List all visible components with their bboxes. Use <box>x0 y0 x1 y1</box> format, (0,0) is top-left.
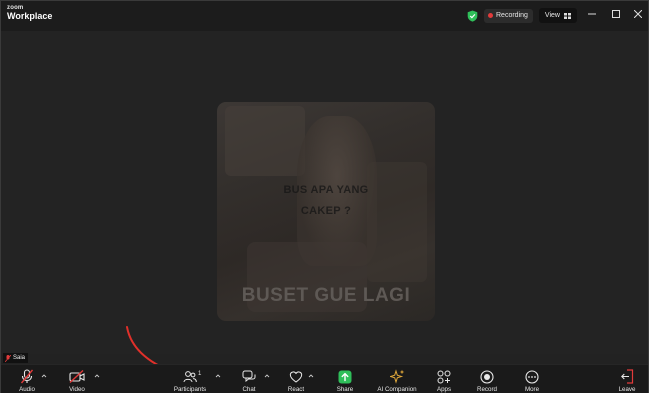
leave-door-icon <box>621 369 634 384</box>
audio-label: Audio <box>19 386 35 393</box>
video-caption-top: BUS APA YANG CAKEP ? <box>217 180 435 222</box>
leave-label: Leave <box>618 386 636 393</box>
app-logo: zoom Workplace <box>7 5 52 21</box>
shield-icon[interactable] <box>467 10 478 22</box>
react-label: React <box>287 386 305 393</box>
record-label: Record <box>477 386 497 393</box>
participants-count: 1 <box>198 371 202 377</box>
sparkle-icon <box>389 369 404 384</box>
meeting-stage: BUS APA YANG CAKEP ? BUSET GUE LAGI Saia <box>1 31 648 363</box>
chat-icon <box>242 370 256 383</box>
minimize-icon <box>588 13 596 15</box>
recording-label: Recording <box>496 12 528 19</box>
video-caption-line2: CAKEP ? <box>300 204 352 217</box>
video-options-caret-icon[interactable] <box>94 373 100 379</box>
video-label: Video <box>69 386 85 393</box>
grid-view-icon <box>563 12 571 19</box>
share-label: Share <box>336 386 354 393</box>
apps-label: Apps <box>436 386 452 393</box>
zoom-window: zoom Workplace Recording View BUS APA YA… <box>0 0 649 393</box>
heart-icon <box>289 371 303 383</box>
view-button[interactable]: View <box>538 8 577 23</box>
more-icon <box>525 369 539 384</box>
participants-button[interactable]: Participants <box>160 368 220 393</box>
meeting-toolbar: Audio Video Participants 1 Chat React Sh… <box>1 364 648 393</box>
close-icon <box>634 10 642 18</box>
video-caption-line1: BUS APA YANG <box>283 184 369 196</box>
participants-icon <box>183 371 197 383</box>
maximize-icon <box>612 10 620 18</box>
leave-button[interactable]: Leave <box>597 368 649 393</box>
share-screen-icon <box>338 370 352 383</box>
participants-label: Participants <box>173 386 207 393</box>
video-caption-bottom: BUSET GUE LAGI <box>241 285 411 306</box>
participant-name-tag: Saia <box>3 353 29 363</box>
view-label: View <box>544 12 560 19</box>
record-icon <box>480 369 494 384</box>
shared-video-tile[interactable]: BUS APA YANG CAKEP ? BUSET GUE LAGI <box>217 102 435 321</box>
video-button[interactable]: Video <box>47 368 107 393</box>
mic-muted-icon <box>20 369 34 384</box>
photo-region-upper-left <box>225 106 305 176</box>
meeting-status-group: Recording View <box>467 8 577 23</box>
recording-indicator[interactable]: Recording <box>484 8 533 23</box>
chat-label: Chat <box>242 386 256 393</box>
participant-name: Saia <box>13 355 26 361</box>
more-button[interactable]: More <box>502 368 562 393</box>
more-label: More <box>524 386 540 393</box>
minimize-button[interactable] <box>585 7 599 21</box>
mic-muted-icon <box>5 354 11 362</box>
apps-icon <box>437 370 451 383</box>
brand-bottom-text: Workplace <box>7 11 53 21</box>
title-bar: zoom Workplace Recording View <box>1 1 648 31</box>
close-window-button[interactable] <box>631 7 645 21</box>
maximize-button[interactable] <box>609 7 623 21</box>
video-off-icon <box>69 370 85 383</box>
ai-companion-label: AI Companion <box>377 386 417 393</box>
react-options-caret-icon[interactable] <box>308 373 314 379</box>
share-button[interactable]: Share <box>315 368 375 393</box>
recording-dot-icon <box>488 13 493 18</box>
